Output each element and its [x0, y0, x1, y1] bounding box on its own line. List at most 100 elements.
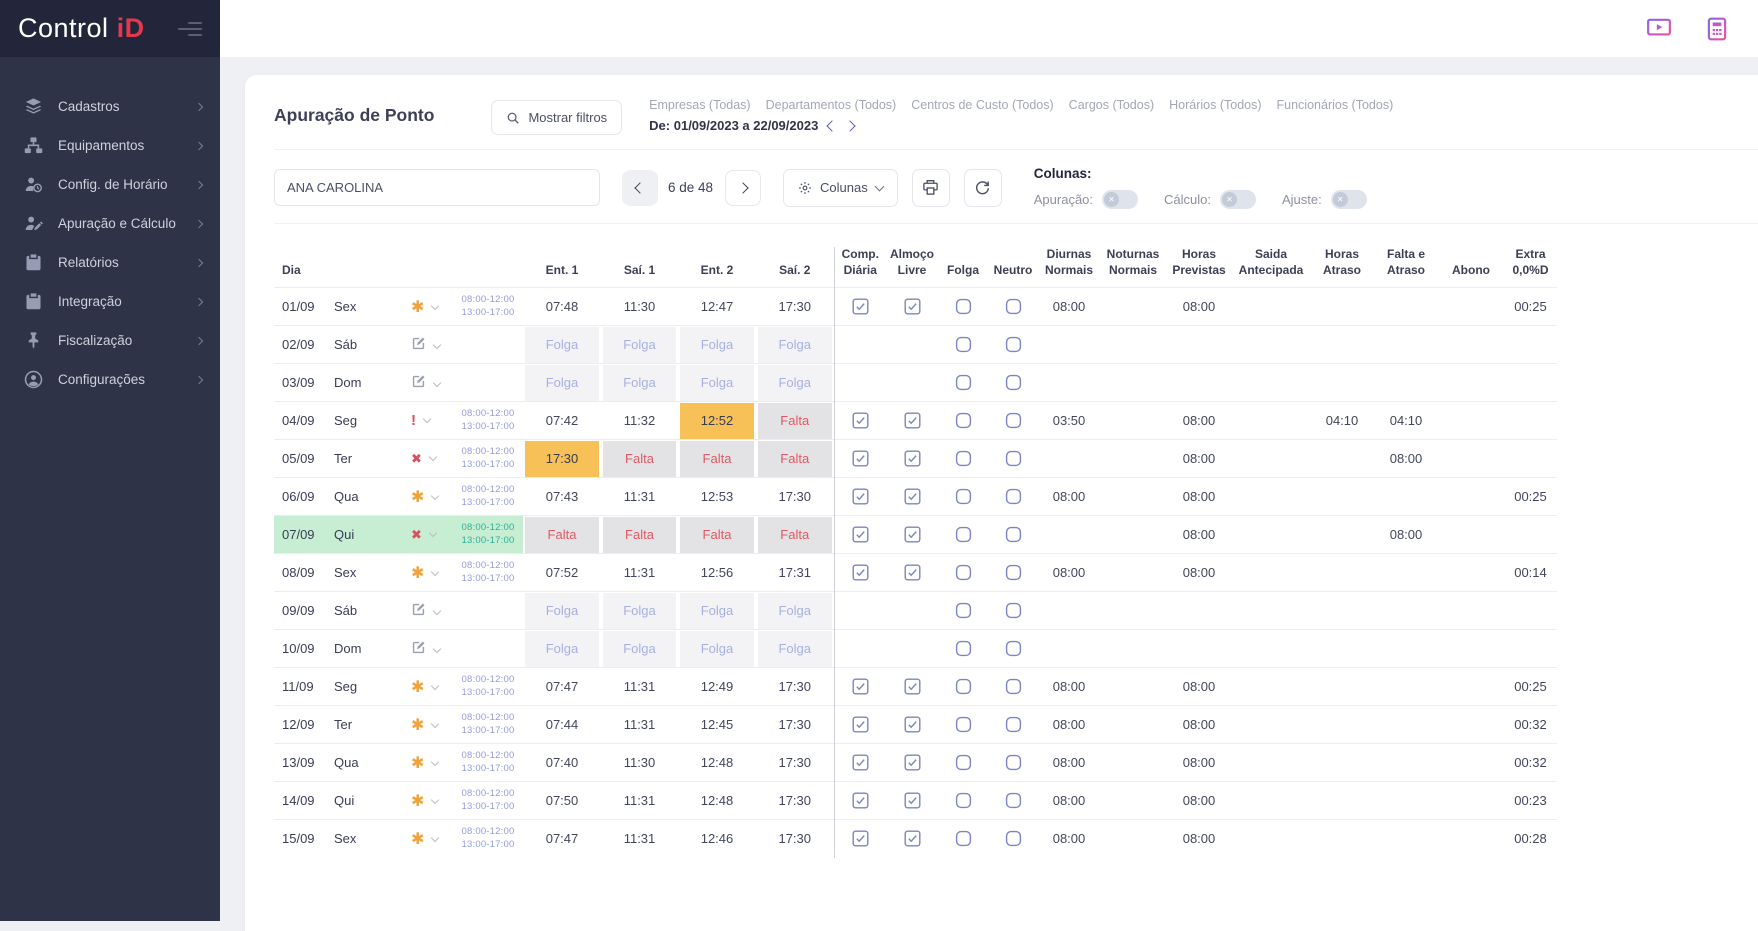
checkbox-checked-icon[interactable] [852, 716, 869, 733]
chevron-down-icon[interactable] [431, 681, 439, 689]
checkbox-unchecked-icon[interactable] [955, 298, 972, 315]
checkbox-unchecked-icon[interactable] [955, 716, 972, 733]
cell-status-dropdown[interactable]: ✱ [397, 782, 453, 820]
chevron-down-icon[interactable] [431, 301, 439, 309]
checkbox-unchecked-icon[interactable] [1005, 336, 1022, 353]
checkbox-checked-icon[interactable] [852, 450, 869, 467]
cell-punch-sai1[interactable]: 11:31 [601, 554, 678, 592]
cell-status-dropdown[interactable] [397, 592, 453, 630]
checkbox-checked-icon[interactable] [904, 412, 921, 429]
chevron-down-icon[interactable] [429, 528, 437, 536]
cell-punch-sai1[interactable]: 11:32 [601, 402, 678, 440]
checkbox-checked-icon[interactable] [852, 754, 869, 771]
cell-punch-sai1[interactable]: 11:31 [601, 668, 678, 706]
checkbox-checked-icon[interactable] [852, 412, 869, 429]
cell-punch-ent1[interactable]: Folga [523, 364, 601, 402]
chevron-down-icon[interactable] [433, 340, 441, 348]
checkbox-unchecked-icon[interactable] [1005, 488, 1022, 505]
checkbox-unchecked-icon[interactable] [955, 792, 972, 809]
cell-punch-ent1[interactable]: 07:40 [523, 744, 601, 782]
cell-punch-sai2[interactable]: Falta [756, 402, 834, 440]
cell-punch-ent2[interactable]: 12:48 [678, 744, 756, 782]
checkbox-unchecked-icon[interactable] [955, 488, 972, 505]
cell-status-dropdown[interactable]: ✖ [397, 516, 453, 554]
cell-status-dropdown[interactable] [397, 630, 453, 668]
chevron-down-icon[interactable] [433, 644, 441, 652]
chevron-down-icon[interactable] [429, 452, 437, 460]
cell-punch-ent2[interactable]: 12:53 [678, 478, 756, 516]
pagination-next-button[interactable] [725, 170, 761, 206]
cell-punch-ent1[interactable]: 17:30 [523, 440, 601, 478]
sidebar-item-configura-es[interactable]: Configurações [0, 360, 220, 399]
cell-punch-ent1[interactable]: 07:50 [523, 782, 601, 820]
cell-status-dropdown[interactable]: ✱ [397, 478, 453, 516]
cell-punch-ent2[interactable]: Folga [678, 630, 756, 668]
checkbox-unchecked-icon[interactable] [1005, 602, 1022, 619]
cell-punch-ent1[interactable]: 07:48 [523, 288, 601, 326]
cell-punch-sai1[interactable]: Folga [601, 326, 678, 364]
cell-punch-sai1[interactable]: 11:31 [601, 478, 678, 516]
cell-punch-sai1[interactable]: Folga [601, 592, 678, 630]
checkbox-checked-icon[interactable] [904, 754, 921, 771]
chevron-down-icon[interactable] [433, 378, 441, 386]
cell-punch-sai1[interactable]: Falta [601, 516, 678, 554]
chevron-down-icon[interactable] [431, 491, 439, 499]
cell-punch-sai2[interactable]: 17:30 [756, 478, 834, 516]
checkbox-unchecked-icon[interactable] [1005, 298, 1022, 315]
checkbox-unchecked-icon[interactable] [1005, 640, 1022, 657]
employee-search-input[interactable] [274, 169, 600, 206]
cell-status-dropdown[interactable]: ! [397, 402, 453, 440]
cell-status-dropdown[interactable]: ✱ [397, 668, 453, 706]
toggle-switch[interactable]: ✕ [1331, 190, 1367, 209]
cell-punch-ent1[interactable]: 07:47 [523, 820, 601, 858]
sidebar-item-cadastros[interactable]: Cadastros [0, 87, 220, 126]
checkbox-unchecked-icon[interactable] [955, 336, 972, 353]
cell-punch-sai2[interactable]: 17:31 [756, 554, 834, 592]
checkbox-unchecked-icon[interactable] [1005, 792, 1022, 809]
sidebar-item-apura-o-e-c-lculo[interactable]: Apuração e Cálculo [0, 204, 220, 243]
sidebar-item-config-de-hor-rio[interactable]: Config. de Horário [0, 165, 220, 204]
chevron-down-icon[interactable] [431, 757, 439, 765]
sidebar-item-fiscaliza-o[interactable]: Fiscalização [0, 321, 220, 360]
cell-punch-sai2[interactable]: 17:30 [756, 668, 834, 706]
cell-punch-sai1[interactable]: Falta [601, 440, 678, 478]
cell-punch-ent1[interactable]: 07:42 [523, 402, 601, 440]
checkbox-checked-icon[interactable] [904, 564, 921, 581]
cell-punch-ent2[interactable]: 12:52 [678, 402, 756, 440]
checkbox-checked-icon[interactable] [852, 564, 869, 581]
sidebar-item-relat-rios[interactable]: Relatórios [0, 243, 220, 282]
cell-punch-ent2[interactable]: Falta [678, 516, 756, 554]
cell-punch-sai2[interactable]: Falta [756, 440, 834, 478]
checkbox-checked-icon[interactable] [852, 298, 869, 315]
cell-punch-sai1[interactable]: 11:31 [601, 820, 678, 858]
checkbox-unchecked-icon[interactable] [1005, 412, 1022, 429]
cell-punch-sai2[interactable]: 17:30 [756, 820, 834, 858]
date-next-icon[interactable] [845, 120, 856, 131]
cell-status-dropdown[interactable]: ✱ [397, 744, 453, 782]
cell-status-dropdown[interactable]: ✱ [397, 706, 453, 744]
cell-punch-ent2[interactable]: Folga [678, 326, 756, 364]
cell-punch-ent1[interactable]: Folga [523, 592, 601, 630]
checkbox-unchecked-icon[interactable] [1005, 678, 1022, 695]
checkbox-unchecked-icon[interactable] [955, 678, 972, 695]
cell-status-dropdown[interactable]: ✖ [397, 440, 453, 478]
cell-punch-sai1[interactable]: 11:30 [601, 288, 678, 326]
cell-punch-ent2[interactable]: 12:49 [678, 668, 756, 706]
sidebar-item-equipamentos[interactable]: Equipamentos [0, 126, 220, 165]
cell-punch-ent1[interactable]: 07:44 [523, 706, 601, 744]
cell-punch-sai2[interactable]: 17:30 [756, 706, 834, 744]
chevron-down-icon[interactable] [431, 567, 439, 575]
checkbox-checked-icon[interactable] [852, 678, 869, 695]
refresh-button[interactable] [964, 169, 1002, 207]
checkbox-checked-icon[interactable] [852, 488, 869, 505]
cell-punch-ent1[interactable]: 07:47 [523, 668, 601, 706]
cell-punch-ent2[interactable]: Folga [678, 592, 756, 630]
cell-status-dropdown[interactable]: ✱ [397, 820, 453, 858]
checkbox-unchecked-icon[interactable] [955, 526, 972, 543]
checkbox-unchecked-icon[interactable] [1005, 564, 1022, 581]
date-prev-icon[interactable] [827, 120, 838, 131]
print-button[interactable] [912, 169, 950, 207]
cell-punch-sai2[interactable]: Folga [756, 326, 834, 364]
checkbox-unchecked-icon[interactable] [955, 830, 972, 847]
cell-punch-ent1[interactable]: Folga [523, 630, 601, 668]
